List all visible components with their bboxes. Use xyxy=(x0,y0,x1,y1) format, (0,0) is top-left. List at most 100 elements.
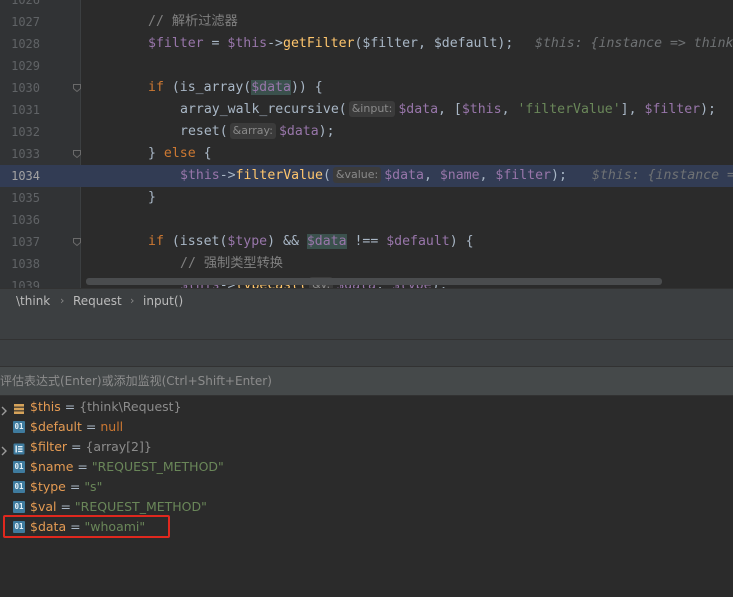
var-data-highlighted: $data xyxy=(251,80,291,95)
code-punct: ); xyxy=(318,124,335,139)
kw-else: else xyxy=(163,146,196,161)
primitive-icon: 01 xyxy=(13,501,25,513)
code-line[interactable]: 1031 array_walk_recursive(&input: $data, … xyxy=(0,99,733,121)
breadcrumb-separator: › xyxy=(60,294,65,307)
variable-name: $val xyxy=(30,499,57,514)
code-line[interactable]: 1027 // 解析过滤器 xyxy=(0,11,733,33)
param-hint: &array: xyxy=(229,123,276,139)
code-text: $this->filterValue(&value: $data, $name, … xyxy=(180,165,567,187)
code-comment: // 强制类型转换 xyxy=(180,256,283,271)
code-punct: { xyxy=(195,146,212,161)
variable-equals: = xyxy=(65,479,85,494)
fn-filtervalue: filterValue xyxy=(235,168,323,183)
chevron-right-icon[interactable] xyxy=(0,442,8,456)
code-punct: , xyxy=(479,168,496,183)
variable-row[interactable]: 01 $name = "REQUEST_METHOD" xyxy=(0,457,733,477)
var-data: $data xyxy=(278,124,319,139)
kw-if: if xyxy=(148,234,164,249)
line-number: 1027 xyxy=(11,15,40,29)
variable-name: $filter xyxy=(30,439,68,454)
variable-row[interactable]: 01 $type = "s" xyxy=(0,477,733,497)
code-line[interactable]: 1033 } else { xyxy=(0,143,733,165)
line-number: 1038 xyxy=(11,257,40,271)
fold-open-icon[interactable] xyxy=(73,84,81,92)
variable-text: $filter = {array[2]} xyxy=(30,437,152,457)
chevron-right-icon[interactable] xyxy=(0,402,8,416)
code-line[interactable]: 1026 xyxy=(0,0,733,11)
line-number: 1033 xyxy=(11,147,40,161)
line-number: 1035 xyxy=(11,191,40,205)
variable-value: "s" xyxy=(84,479,103,494)
code-line[interactable]: 1038 // 强制类型转换 xyxy=(0,253,733,275)
param-hint: &value: xyxy=(332,167,382,183)
variable-row[interactable]: 01 $default = null xyxy=(0,417,733,437)
variable-value: null xyxy=(100,419,124,434)
line-number: 1032 xyxy=(11,125,40,139)
code-punct: , [ xyxy=(438,102,462,117)
primitive-icon: 01 xyxy=(13,421,25,433)
code-line[interactable]: 1029 xyxy=(0,55,733,77)
code-text: reset(&array: $data); xyxy=(180,121,335,143)
code-punct: ( xyxy=(322,168,331,183)
variable-text: $name = "REQUEST_METHOD" xyxy=(30,457,224,477)
variable-row[interactable]: 01 $val = "REQUEST_METHOD" xyxy=(0,497,733,517)
code-line[interactable]: 1037 if (isset($type) && $data !== $defa… xyxy=(0,231,733,253)
evaluate-expression-input[interactable]: 评估表达式(Enter)或添加监视(Ctrl+Shift+Enter) xyxy=(0,367,733,396)
variable-text: $val = "REQUEST_METHOD" xyxy=(30,497,207,517)
var-filter: $filter xyxy=(148,36,204,51)
code-line[interactable]: 1028 $filter = $this->getFilter($filter,… xyxy=(0,33,733,55)
line-number: 1030 xyxy=(11,81,40,95)
code-line[interactable]: 1032 reset(&array: $data); xyxy=(0,121,733,143)
code-punct: , xyxy=(423,168,440,183)
code-punct: } xyxy=(148,146,164,161)
param-hint: &input: xyxy=(348,101,396,117)
variable-equals: = xyxy=(67,439,86,454)
code-line[interactable]: 1035 } xyxy=(0,187,733,209)
line-number: 1029 xyxy=(11,59,40,73)
variable-row[interactable]: $this = {think\Request} xyxy=(0,397,733,417)
var-name: $name xyxy=(439,168,480,183)
breadcrumb-separator: › xyxy=(130,294,135,307)
code-text: $filter = $this->getFilter($filter, $def… xyxy=(148,33,513,55)
code-punct: (isset( xyxy=(163,234,228,249)
breadcrumb-item-class[interactable]: Request xyxy=(73,289,122,313)
var-filter: $filter xyxy=(644,102,701,117)
kw-if: if xyxy=(148,80,164,95)
var-this: $this xyxy=(461,102,502,117)
breadcrumb: \think › Request › input() xyxy=(0,288,733,313)
code-text: array_walk_recursive(&input: $data, [$thi… xyxy=(180,99,716,121)
var-this: $this xyxy=(180,168,220,183)
horizontal-scrollbar[interactable] xyxy=(86,278,662,285)
code-line[interactable]: 1036 xyxy=(0,209,733,231)
inline-debug-value: $this: {instance => think xyxy=(535,36,733,51)
array-icon xyxy=(13,441,25,455)
breadcrumb-item-method[interactable]: input() xyxy=(143,289,183,313)
var-this: $this xyxy=(227,36,268,51)
variable-row[interactable]: $filter = {array[2]} xyxy=(0,437,733,457)
fn-getfilter: getFilter xyxy=(283,36,355,51)
code-line[interactable]: 1030 if (is_array($data)) { xyxy=(0,77,733,99)
breadcrumb-item-namespace[interactable]: \think xyxy=(16,289,50,313)
variable-value: "REQUEST_METHOD" xyxy=(91,459,224,474)
code-text: if (isset($type) && $data !== $default) … xyxy=(148,231,474,253)
current-execution-line[interactable]: 1034 $this->filterValue(&value: $data, $n… xyxy=(0,165,733,187)
line-number: 1031 xyxy=(11,103,40,117)
object-icon xyxy=(13,401,25,414)
fn-array-walk-recursive: array_walk_recursive( xyxy=(180,102,347,117)
code-punct: , xyxy=(501,102,518,117)
line-number: 1026 xyxy=(11,0,40,7)
code-punct: ); xyxy=(700,102,716,117)
string-literal: 'filterValue' xyxy=(517,102,621,117)
variable-text: $default = null xyxy=(30,417,123,437)
code-punct: = xyxy=(203,36,228,51)
code-args: ($filter, $default); xyxy=(354,36,514,51)
primitive-icon: 01 xyxy=(13,461,25,473)
var-data: $data xyxy=(384,168,424,183)
line-number: 1034 xyxy=(11,169,40,183)
var-data: $data xyxy=(398,102,439,117)
fold-open-icon[interactable] xyxy=(73,150,81,158)
var-type: $type xyxy=(227,234,268,249)
fold-open-icon[interactable] xyxy=(73,238,81,246)
code-editor[interactable]: 1026 1027 // 解析过滤器 1028 $filter = $this-… xyxy=(0,0,733,288)
var-data-highlighted: $data xyxy=(306,234,347,249)
